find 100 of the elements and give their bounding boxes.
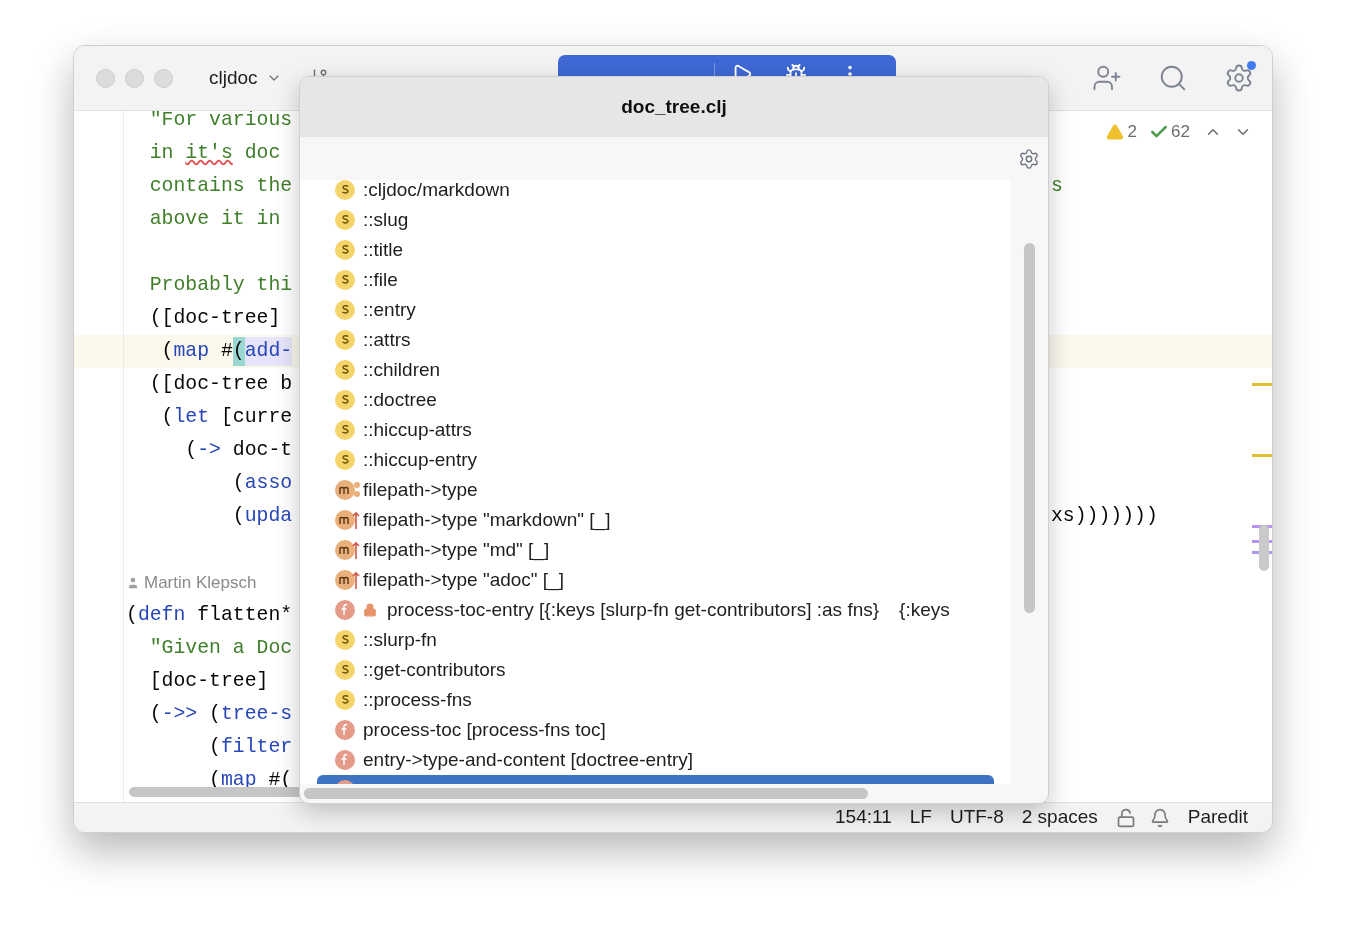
author-hint[interactable]: Martin Klepsch <box>144 569 257 596</box>
structure-item[interactable]: ::doctree <box>300 385 1011 415</box>
code-text: ([doc-tree] <box>148 305 281 331</box>
zoom-window-button[interactable] <box>154 68 173 88</box>
popup-title: doc_tree.clj <box>621 94 727 119</box>
symbol-icon <box>335 180 355 200</box>
code-text: #( <box>267 767 293 793</box>
symbol-icon <box>335 330 355 350</box>
code-text: tree-s <box>221 701 293 727</box>
notifications-icon[interactable] <box>1149 807 1170 828</box>
warning-marker[interactable] <box>1252 454 1272 457</box>
code-text: ->> <box>161 701 198 727</box>
search-icon[interactable] <box>1158 63 1188 93</box>
function-icon <box>335 720 355 740</box>
structure-item[interactable]: ::attrs <box>300 325 1011 355</box>
person-icon <box>126 575 140 590</box>
code-text: in <box>148 140 175 166</box>
code-text: # <box>219 338 233 364</box>
structure-item[interactable]: filepath->type "adoc" [_] <box>300 565 1011 595</box>
code-text: ( <box>208 701 221 727</box>
symbol-icon <box>335 210 355 230</box>
code-text: above it in <box>148 206 281 232</box>
structure-item[interactable]: entry->type-and-content [doctree-entry] <box>300 745 1011 775</box>
code-text: flatten* <box>196 602 293 628</box>
code-text: ( <box>184 437 198 463</box>
code-text: ( <box>160 338 174 364</box>
code-text: ( <box>232 336 245 367</box>
method-icon <box>335 540 361 560</box>
status-item[interactable]: 2 spaces <box>1021 803 1098 832</box>
structure-item[interactable]: :cljdoc/markdown <box>300 180 1011 205</box>
code-text: filter <box>220 734 293 760</box>
code-text: let <box>173 404 210 430</box>
warning-marker[interactable] <box>1252 383 1272 386</box>
symbol-icon <box>335 300 355 320</box>
warning-icon[interactable] <box>1105 122 1124 141</box>
code-text: ( <box>231 503 245 529</box>
close-window-button[interactable] <box>96 68 115 88</box>
project-selector[interactable]: cljdoc <box>209 63 282 93</box>
code-text: map <box>220 767 257 793</box>
code-text: ( <box>126 602 138 628</box>
structure-item[interactable]: ::file <box>300 265 1011 295</box>
structure-item[interactable]: process-toc-entry [{:keys [slurp-fn get-contributors] :as fns} {:keys <box>300 595 1011 625</box>
code-text: ( <box>231 470 245 496</box>
symbol-icon <box>335 420 355 440</box>
structure-item[interactable]: process-toc [process-fns toc] <box>300 715 1011 745</box>
code-text: add- <box>244 336 293 367</box>
structure-item[interactable]: filepath->type "md" [_] <box>300 535 1011 565</box>
code-text: contains the <box>148 173 293 199</box>
horizontal-scrollbar[interactable] <box>304 788 868 799</box>
code-text: xs))))))) <box>1051 503 1158 529</box>
structure-item[interactable]: ::hiccup-entry <box>300 445 1011 475</box>
code-text: upda <box>244 503 293 529</box>
structure-item[interactable]: ::process-fns <box>300 685 1011 715</box>
structure-item[interactable]: filepath->type <box>300 475 1011 505</box>
symbol-icon <box>335 240 355 260</box>
code-text: ( <box>208 734 221 760</box>
code-text: "Given a Doc <box>148 635 293 661</box>
warning-count: 2 <box>1127 121 1138 143</box>
multimethod-icon <box>335 480 361 500</box>
symbol-icon <box>335 450 355 470</box>
code-text: map <box>173 338 210 364</box>
function-icon <box>335 750 355 770</box>
code-text: it's <box>185 140 233 166</box>
symbol-icon <box>335 390 355 410</box>
code-text: Probably thi <box>148 272 293 298</box>
structure-item[interactable]: ::slug <box>300 205 1011 235</box>
scrollbar-thumb[interactable] <box>1259 525 1269 571</box>
code-text: asso <box>244 470 293 496</box>
symbol-icon <box>335 660 355 680</box>
structure-item[interactable]: ::children <box>300 355 1011 385</box>
code-text: ( <box>148 701 162 727</box>
symbol-icon <box>335 630 355 650</box>
structure-item[interactable]: ::entry <box>300 295 1011 325</box>
scrollbar-thumb[interactable] <box>1024 243 1035 613</box>
settings-icon[interactable] <box>1224 63 1254 93</box>
symbol-icon <box>335 690 355 710</box>
status-item[interactable]: UTF-8 <box>949 803 1004 832</box>
symbol-icon <box>335 270 355 290</box>
function-icon <box>335 600 355 620</box>
minimize-window-button[interactable] <box>125 68 144 88</box>
add-user-icon[interactable] <box>1092 63 1122 93</box>
status-item[interactable]: Paredit <box>1187 803 1248 832</box>
code-text: [doc-tree] <box>148 668 269 694</box>
settings-icon[interactable] <box>1018 147 1040 170</box>
code-text: "For various <box>148 111 293 133</box>
lock-icon[interactable] <box>1115 807 1136 828</box>
method-icon <box>335 570 361 590</box>
symbol-icon <box>335 360 355 380</box>
status-item[interactable]: LF <box>909 803 932 832</box>
structure-item[interactable]: filepath->type "markdown" [_] <box>300 505 1011 535</box>
structure-item[interactable]: ::title <box>300 235 1011 265</box>
status-item[interactable]: 154:11 <box>835 803 892 832</box>
code-text: ([doc-tree b <box>148 371 293 397</box>
check-count: 62 <box>1171 121 1190 143</box>
code-text: -> <box>197 437 221 463</box>
structure-item[interactable]: ::hiccup-attrs <box>300 415 1011 445</box>
code-text: ( <box>160 404 174 430</box>
structure-item[interactable]: ::slurp-fn <box>300 625 1011 655</box>
structure-item[interactable]: ::get-contributors <box>300 655 1011 685</box>
code-text: s <box>1051 173 1063 199</box>
